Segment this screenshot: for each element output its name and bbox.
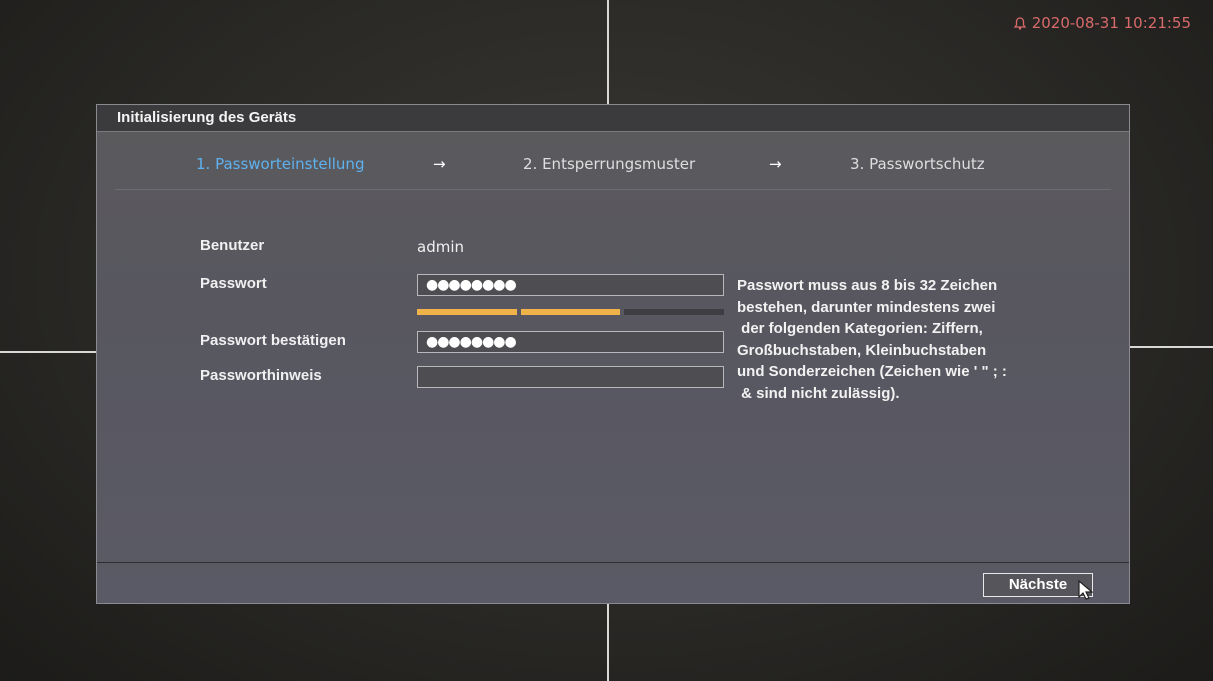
password-strength-meter	[417, 309, 725, 315]
step-password-protection: 3. Passwortschutz	[850, 155, 985, 173]
strength-segment-1	[417, 309, 517, 315]
grid-divider-horizontal-left	[0, 351, 96, 353]
dialog-footer-divider	[97, 562, 1129, 563]
confirm-password-label: Passwort bestätigen	[200, 332, 346, 349]
step-password-setup: 1. Passworteinstellung	[196, 155, 365, 173]
password-hint-label: Passworthinweis	[200, 367, 322, 384]
password-label: Passwort	[200, 275, 267, 292]
init-dialog: Initialisierung des Geräts 1. Passwortei…	[96, 104, 1130, 604]
step-arrow-icon: →	[769, 155, 782, 173]
status-clock: 2020-08-31 10:21:55	[1013, 14, 1191, 32]
strength-segment-3	[624, 309, 725, 315]
dvr-screen: 2020-08-31 10:21:55 Initialisierung des …	[0, 0, 1213, 681]
clock-datetime: 2020-08-31 10:21:55	[1031, 14, 1191, 32]
grid-divider-vertical-bottom	[607, 604, 609, 681]
wizard-steps: 1. Passworteinstellung → 2. Entsperrungs…	[97, 149, 1129, 179]
step-arrow-icon: →	[433, 155, 446, 173]
password-input[interactable]: ●●●●●●●●	[417, 274, 724, 296]
bell-icon	[1013, 16, 1026, 30]
grid-divider-horizontal-right	[1130, 346, 1213, 348]
user-label: Benutzer	[200, 237, 265, 254]
steps-divider	[115, 189, 1111, 190]
strength-segment-2	[520, 309, 621, 315]
grid-divider-vertical-top	[607, 0, 609, 104]
step-unlock-pattern: 2. Entsperrungsmuster	[523, 155, 696, 173]
user-value: admin	[417, 238, 464, 256]
mouse-cursor-icon	[1078, 579, 1094, 600]
confirm-password-input[interactable]: ●●●●●●●●	[417, 331, 724, 353]
password-requirements-text: Passwort muss aus 8 bis 32 Zeichen beste…	[737, 277, 1007, 402]
password-hint-input[interactable]	[417, 366, 724, 388]
dialog-title: Initialisierung des Geräts	[97, 105, 1129, 132]
